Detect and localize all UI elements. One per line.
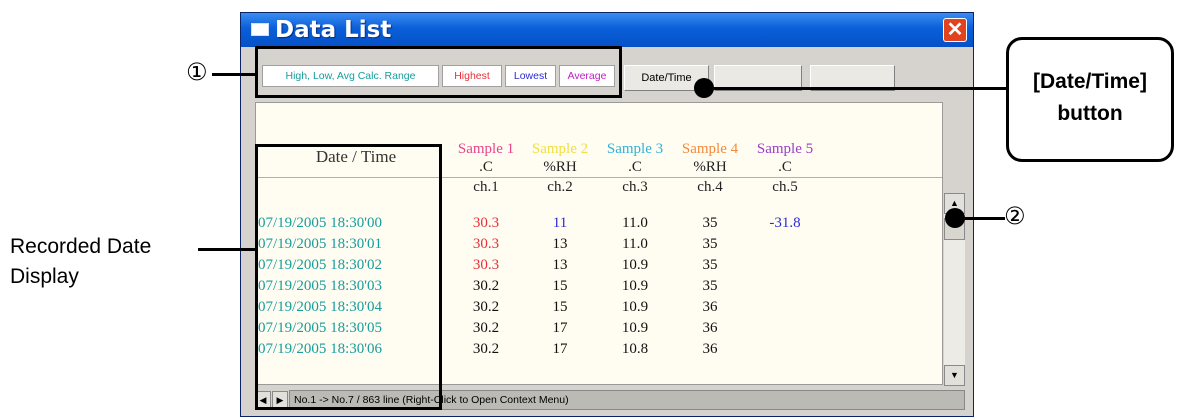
date-column-highlight-frame (255, 144, 442, 410)
date-time-callout: [Date/Time] button (1006, 37, 1174, 162)
column-channel: ch.1 (473, 179, 499, 195)
column-channel: ch.5 (772, 179, 798, 195)
close-button[interactable]: ✕ (943, 18, 967, 42)
value-cell: 30.3 (472, 215, 500, 231)
column-channel: ch.2 (547, 179, 573, 195)
column-channel: ch.4 (697, 179, 723, 195)
value-cell: 30.2 (472, 341, 500, 357)
side-label-leader-line (198, 248, 255, 251)
recorded-date-label-line-1: Recorded Date (10, 235, 152, 258)
callout-line-2: button (1057, 102, 1123, 125)
value-cell: 10.9 (621, 257, 649, 273)
window-icon (251, 23, 269, 36)
value-cell: 15 (552, 299, 568, 315)
value-cell: 11.0 (622, 236, 648, 252)
value-cell: 35 (702, 215, 718, 231)
value-cell: 35 (702, 257, 718, 273)
column-channel: ch.3 (622, 179, 648, 195)
recorded-date-label: Recorded Date Display (10, 232, 151, 292)
value-cell: 30.3 (472, 236, 500, 252)
value-cell: 30.2 (472, 320, 500, 336)
callout-leader-line (704, 87, 1006, 90)
column-unit: %RH (543, 159, 577, 175)
value-cell: 10.9 (621, 278, 649, 294)
column-unit: .C (479, 159, 493, 175)
value-cell: 30.2 (472, 299, 500, 315)
title-bar[interactable]: Data List ✕ (241, 13, 973, 47)
value-cell: 11 (552, 215, 568, 231)
value-cell: 35 (702, 236, 718, 252)
value-cell: 30.3 (472, 257, 500, 273)
marker-1-leader-line (212, 73, 255, 76)
value-cell: 17 (552, 341, 568, 357)
callout-line-1: [Date/Time] (1033, 70, 1147, 93)
marker-2: ② (1004, 202, 1026, 230)
value-cell: 15 (552, 278, 568, 294)
column-name: Sample 2 (531, 141, 589, 157)
marker-2-leader-line (955, 217, 1005, 220)
value-cell: 13 (552, 236, 568, 252)
value-cell: 10.8 (621, 341, 649, 357)
column-name: Sample 3 (606, 141, 664, 157)
recorded-date-label-line-2: Display (10, 265, 79, 288)
value-cell: 17 (552, 320, 568, 336)
callout-pointer-dot (694, 78, 714, 98)
value-cell: 35 (702, 278, 718, 294)
value-cell: 10.9 (621, 320, 649, 336)
column-unit: .C (628, 159, 642, 175)
value-cell: 36 (702, 299, 718, 315)
toolbar-highlight-frame (255, 46, 622, 98)
column-unit: %RH (693, 159, 727, 175)
value-cell: 36 (702, 341, 718, 357)
value-cell: 11.0 (622, 215, 648, 231)
window-title: Data List (275, 17, 392, 43)
marker-1: ① (186, 58, 208, 86)
value-cell: 36 (702, 320, 718, 336)
value-cell: 30.2 (472, 278, 500, 294)
column-unit: .C (778, 159, 792, 175)
value-cell: -31.8 (769, 215, 801, 231)
column-name: Sample 1 (457, 141, 515, 157)
column-name: Sample 5 (756, 141, 814, 157)
value-cell: 13 (552, 257, 568, 273)
scroll-down-icon[interactable]: ▼ (944, 365, 965, 386)
value-cell: 10.9 (621, 299, 649, 315)
column-name: Sample 4 (681, 141, 739, 157)
